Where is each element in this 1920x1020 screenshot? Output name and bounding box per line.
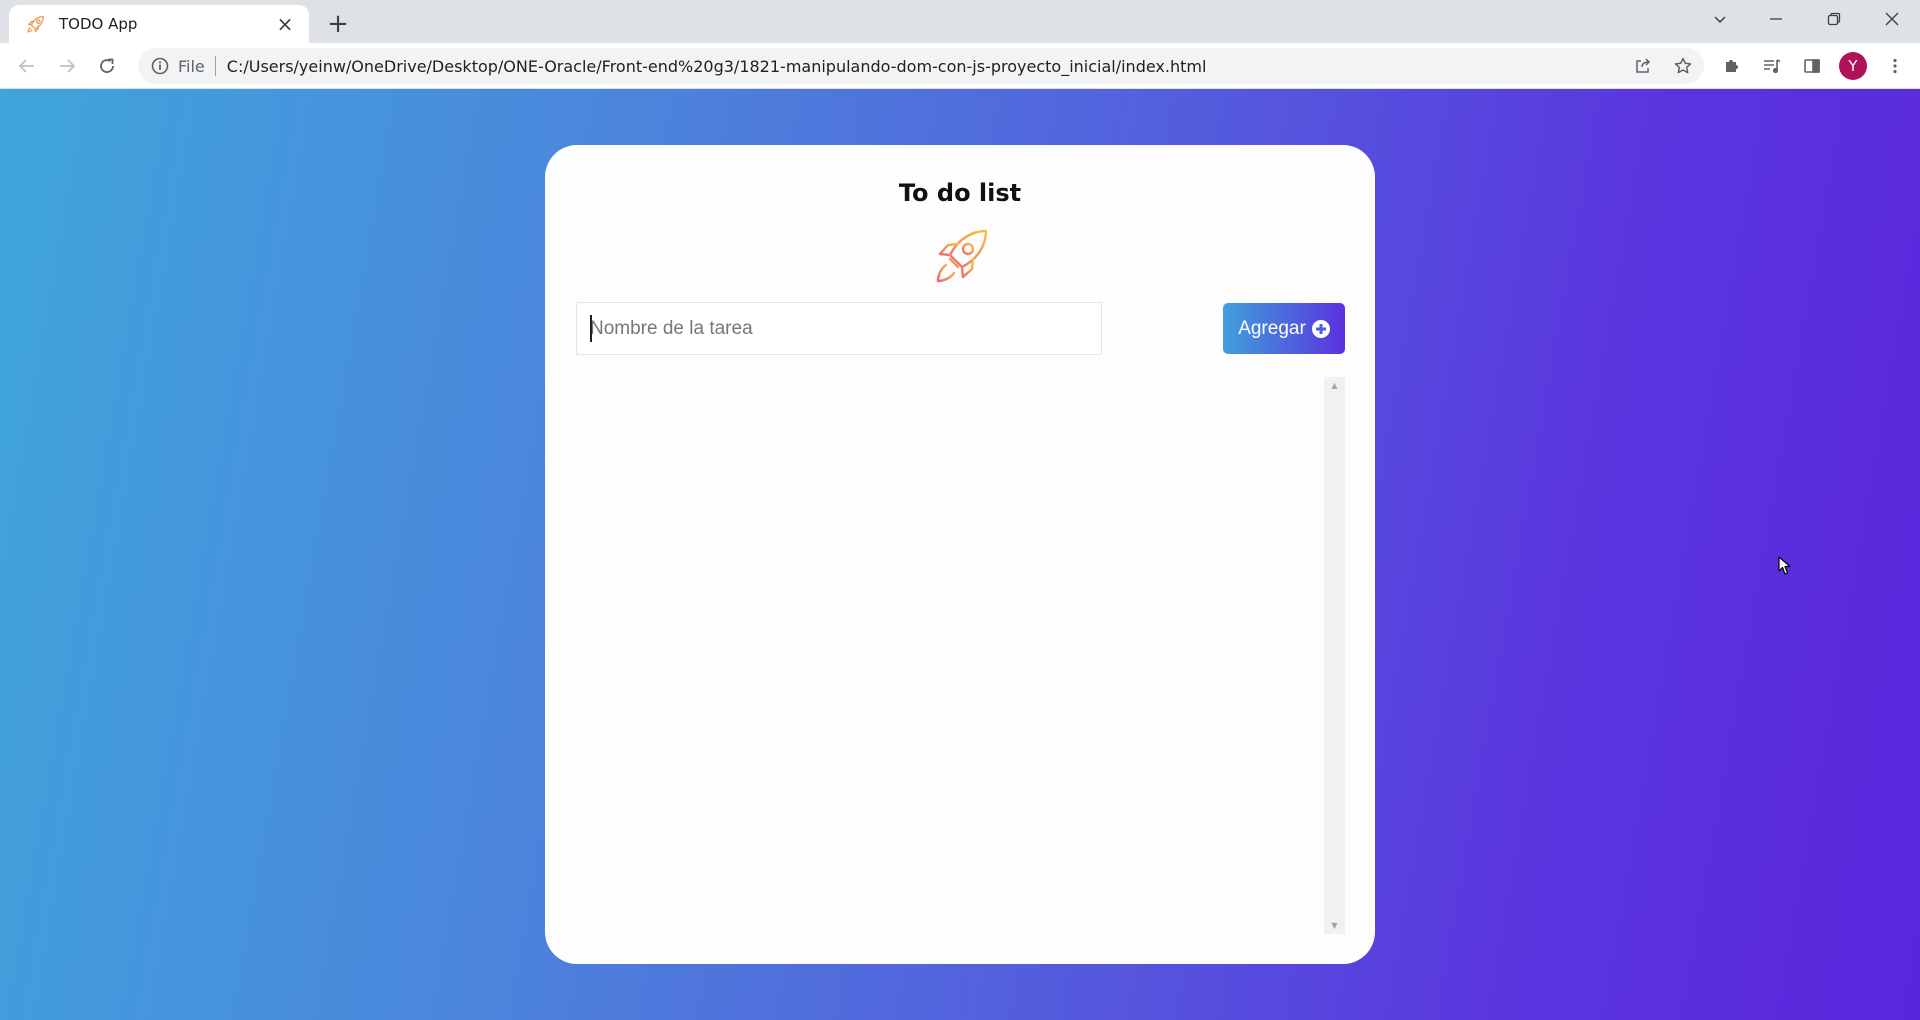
plus-circle-icon bbox=[1311, 319, 1330, 338]
text-caret bbox=[590, 315, 592, 342]
tab-search-chevron-icon[interactable] bbox=[1692, 0, 1748, 38]
restore-icon[interactable] bbox=[1806, 0, 1862, 38]
add-button-label: Agregar bbox=[1238, 317, 1306, 339]
mouse-cursor-icon bbox=[1778, 556, 1791, 575]
new-tab-button[interactable]: + bbox=[322, 8, 354, 40]
scroll-up-icon[interactable]: ▲ bbox=[1324, 377, 1345, 394]
close-window-icon[interactable] bbox=[1864, 0, 1920, 38]
rocket-favicon-icon bbox=[27, 15, 45, 33]
bookmark-star-icon[interactable] bbox=[1668, 51, 1698, 81]
address-bar[interactable]: File C:/Users/yeinw/OneDrive/Desktop/ONE… bbox=[138, 48, 1704, 84]
url-text[interactable]: C:/Users/yeinw/OneDrive/Desktop/ONE-Orac… bbox=[227, 57, 1207, 76]
tab-todo-app[interactable]: TODO App × bbox=[9, 5, 309, 43]
tab-strip: TODO App × + bbox=[0, 0, 1920, 43]
share-icon[interactable] bbox=[1628, 51, 1658, 81]
add-task-button[interactable]: Agregar bbox=[1223, 303, 1345, 354]
task-list-scrollbar[interactable]: ▲ ▼ bbox=[1324, 377, 1345, 934]
page-title: To do list bbox=[898, 179, 1022, 207]
media-queue-icon[interactable] bbox=[1757, 51, 1787, 81]
extensions-puzzle-icon[interactable] bbox=[1717, 51, 1747, 81]
scroll-down-icon[interactable]: ▼ bbox=[1324, 917, 1345, 934]
browser-window: TODO App × + File C:/Users/yeinw/OneDriv… bbox=[0, 0, 1920, 1020]
address-separator bbox=[214, 56, 216, 76]
side-panel-icon[interactable] bbox=[1797, 51, 1827, 81]
reload-icon[interactable] bbox=[92, 51, 122, 81]
browser-toolbar: File C:/Users/yeinw/OneDrive/Desktop/ONE… bbox=[0, 43, 1920, 89]
task-list: ▲ ▼ bbox=[576, 377, 1345, 934]
url-scheme-label: File bbox=[178, 56, 205, 76]
menu-kebab-icon[interactable] bbox=[1880, 51, 1910, 81]
page-background: To do list Nombre de la tarea Agregar ▲ … bbox=[0, 89, 1920, 1020]
profile-avatar[interactable]: Y bbox=[1839, 52, 1867, 80]
task-name-input[interactable] bbox=[576, 302, 1102, 355]
info-icon[interactable] bbox=[150, 56, 170, 76]
back-arrow-icon[interactable] bbox=[12, 51, 42, 81]
minimize-icon[interactable] bbox=[1748, 0, 1804, 38]
tab-close-icon[interactable]: × bbox=[273, 12, 297, 36]
tab-title: TODO App bbox=[59, 15, 138, 33]
todo-card: To do list Nombre de la tarea Agregar ▲ … bbox=[545, 145, 1375, 964]
rocket-icon bbox=[936, 229, 988, 283]
forward-arrow-icon[interactable] bbox=[52, 51, 82, 81]
